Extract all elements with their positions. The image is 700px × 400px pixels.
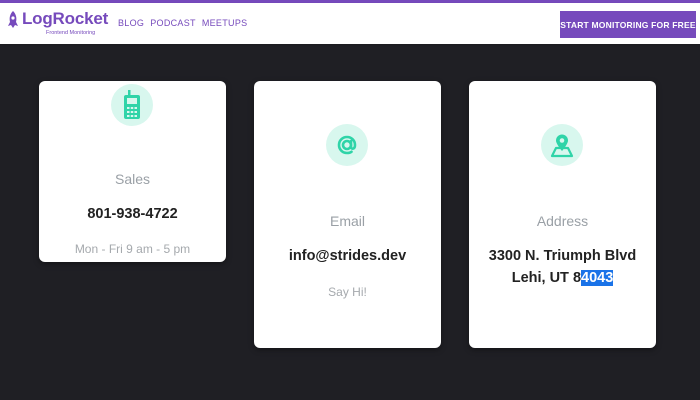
nav-podcast-link[interactable]: PODCAST	[150, 18, 196, 28]
logrocket-logo[interactable]: LogRocket Frontend Monitoring	[6, 8, 110, 40]
address-label: Address	[536, 213, 589, 229]
map-pin-icon	[550, 134, 574, 158]
email-card: Email info@strides.dev Say Hi!	[254, 81, 441, 348]
logo-wordmark: LogRocket	[22, 9, 109, 28]
sales-card: Sales 801-938-4722 Mon - Fri 9 am - 5 pm	[39, 81, 226, 262]
address-line-1: 3300 N. Triumph Blvd	[488, 248, 637, 264]
logo-tagline: Frontend Monitoring	[46, 30, 96, 36]
address-line-2: Lehi, UT 84043	[469, 267, 656, 289]
address-card: Address 3300 N. Triumph Blvd Lehi, UT 84…	[469, 81, 656, 348]
mobile-phone-icon	[124, 90, 140, 119]
sales-phone-number[interactable]: 801-938-4722	[39, 203, 226, 225]
selected-text-highlight: 4043	[581, 270, 614, 286]
email-note: Say Hi!	[328, 285, 367, 299]
email-address[interactable]: info@strides.dev	[254, 245, 441, 267]
address-text[interactable]: 3300 N. Triumph Blvd Lehi, UT 84043	[469, 245, 656, 289]
rocket-icon	[8, 11, 18, 28]
address-line-2-text: Lehi, UT 8	[511, 270, 582, 286]
email-label: Email	[329, 213, 365, 229]
sales-label: Sales	[114, 171, 151, 187]
nav-meetups-link[interactable]: MEETUPS	[202, 18, 248, 28]
sales-hours: Mon - Fri 9 am - 5 pm	[74, 242, 191, 256]
address-icon-circle	[541, 124, 583, 166]
main-nav: BLOG PODCAST MEETUPS	[118, 18, 247, 28]
email-icon-circle	[326, 124, 368, 166]
sales-icon-circle	[111, 84, 153, 126]
site-header: LogRocket Frontend Monitoring BLOG PODCA…	[0, 3, 700, 44]
nav-blog-link[interactable]: BLOG	[118, 18, 144, 28]
start-monitoring-button[interactable]: START MONITORING FOR FREE	[560, 11, 696, 38]
at-sign-icon	[337, 135, 357, 155]
